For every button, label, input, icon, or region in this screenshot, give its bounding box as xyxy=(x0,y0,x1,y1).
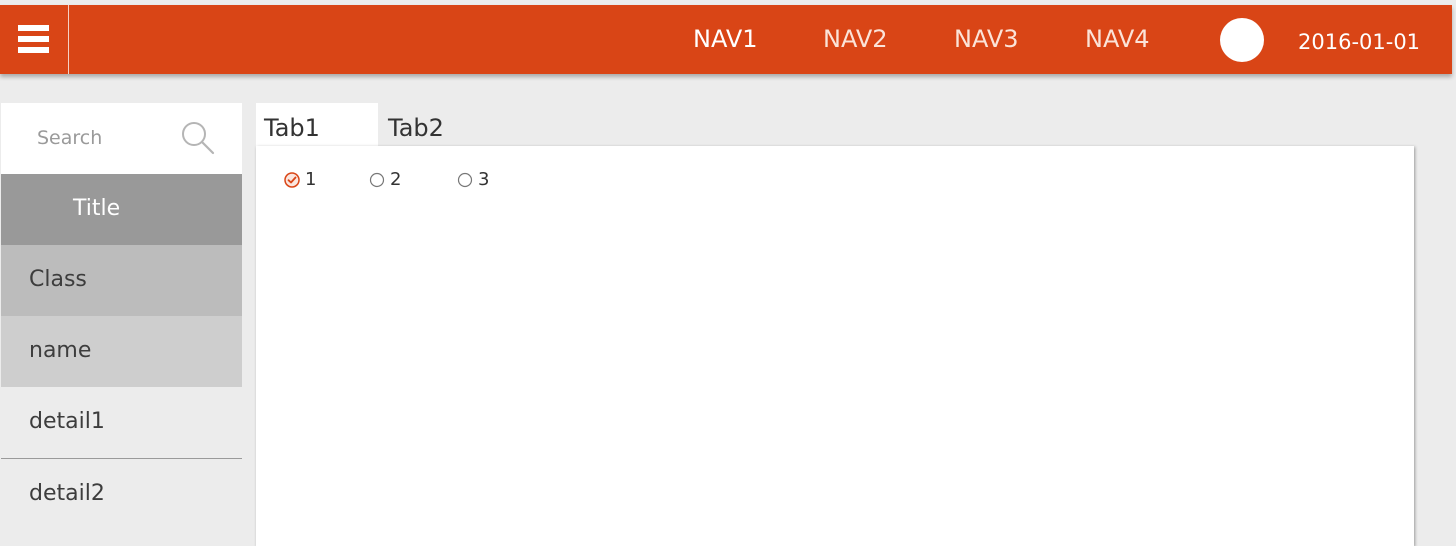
sidebar-title-label: Title xyxy=(73,196,121,221)
tab-2[interactable]: Tab2 xyxy=(378,103,498,147)
sidebar-item-class[interactable]: Class xyxy=(1,245,242,316)
sidebar-item-label: detail2 xyxy=(29,481,105,506)
radio-unchecked-icon xyxy=(369,172,385,188)
search-input[interactable] xyxy=(37,125,177,151)
tab-content-panel xyxy=(256,146,1414,546)
date-label: 2016-01-01 xyxy=(1298,30,1421,54)
sidebar-item-detail1[interactable]: detail1 xyxy=(1,387,242,459)
nav-item-3[interactable]: NAV3 xyxy=(954,25,1019,53)
sidebar-item-detail2[interactable]: detail2 xyxy=(1,459,242,530)
tab-label: Tab1 xyxy=(264,114,320,142)
nav-item-2[interactable]: NAV2 xyxy=(823,25,888,53)
top-navigation-bar: NAV1 NAV2 NAV3 NAV4 2016-01-01 xyxy=(0,5,1452,74)
sidebar-item-label: name xyxy=(29,338,92,363)
avatar[interactable] xyxy=(1220,18,1264,62)
radio-option-3[interactable]: 3 xyxy=(457,169,497,191)
radio-label: 2 xyxy=(390,169,402,190)
radio-checked-icon xyxy=(284,172,300,188)
radio-option-1[interactable]: 1 xyxy=(284,169,324,191)
tab-label: Tab2 xyxy=(388,114,444,142)
radio-unchecked-icon xyxy=(457,172,473,188)
sidebar-item-label: Class xyxy=(29,267,87,292)
nav-item-1[interactable]: NAV1 xyxy=(693,25,758,53)
sidebar-title: Title xyxy=(1,174,242,245)
radio-label: 3 xyxy=(478,169,490,190)
search-icon[interactable] xyxy=(180,120,216,156)
radio-option-2[interactable]: 2 xyxy=(369,169,409,191)
sidebar-item-label: detail1 xyxy=(29,409,105,434)
nav-item-4[interactable]: NAV4 xyxy=(1085,25,1150,53)
radio-label: 1 xyxy=(305,169,317,190)
menu-button[interactable] xyxy=(0,5,69,74)
hamburger-menu-icon xyxy=(18,25,49,53)
tab-1[interactable]: Tab1 xyxy=(256,103,378,147)
sidebar-item-name[interactable]: name xyxy=(1,316,242,387)
